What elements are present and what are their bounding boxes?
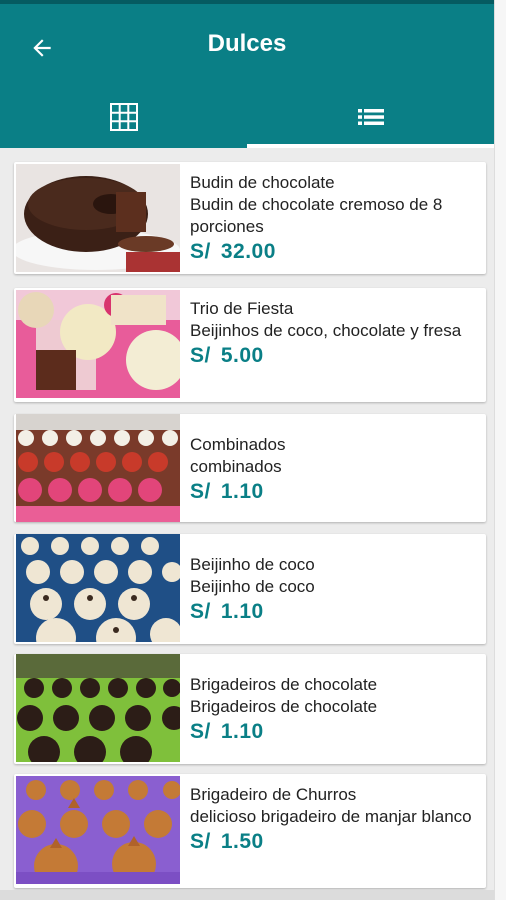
product-image bbox=[16, 776, 180, 884]
app-screen: Dulces Budin de chocolate Budin de choco… bbox=[0, 0, 494, 900]
currency-symbol: S/ bbox=[190, 720, 211, 743]
price-value: 1.10 bbox=[220, 600, 264, 623]
currency-symbol: S/ bbox=[190, 344, 211, 367]
chocolate-cake-image bbox=[16, 164, 180, 272]
product-description: Budin de chocolate cremoso de 8 porcione… bbox=[190, 195, 443, 236]
product-card[interactable]: Beijinho de coco Beijinho de coco S/1.10 bbox=[14, 534, 486, 644]
party-sweets-image bbox=[16, 290, 180, 398]
price-value: 32.00 bbox=[220, 240, 276, 263]
currency-symbol: S/ bbox=[190, 600, 211, 623]
coconut-truffles-image bbox=[16, 534, 180, 642]
tab-list-view[interactable] bbox=[247, 88, 494, 148]
product-image bbox=[16, 290, 180, 398]
grid-view-icon bbox=[109, 103, 138, 131]
product-description: combinados bbox=[190, 457, 282, 476]
product-price: S/5.00 bbox=[190, 344, 480, 368]
list-view-icon bbox=[357, 109, 384, 125]
product-info: Budin de chocolate Budin de chocolate cr… bbox=[190, 172, 480, 264]
bottom-edge bbox=[0, 890, 494, 900]
product-image bbox=[16, 654, 180, 762]
screen-edge bbox=[494, 0, 506, 900]
product-info: Trio de Fiesta Beijinhos de coco, chocol… bbox=[190, 298, 480, 368]
currency-symbol: S/ bbox=[190, 480, 211, 503]
product-name: Budin de chocolate bbox=[190, 173, 335, 192]
product-card[interactable]: Budin de chocolate Budin de chocolate cr… bbox=[14, 162, 486, 274]
product-info: Brigadeiros de chocolate Brigadeiros de … bbox=[190, 674, 480, 744]
product-description: Brigadeiros de chocolate bbox=[190, 697, 378, 716]
product-price: S/1.10 bbox=[190, 600, 480, 624]
product-name: Combinados bbox=[190, 435, 286, 454]
product-info: Brigadeiro de Churros delicioso brigadei… bbox=[190, 784, 480, 854]
price-value: 1.10 bbox=[220, 480, 264, 503]
product-image bbox=[16, 414, 180, 522]
price-value: 1.50 bbox=[220, 830, 264, 853]
product-name: Brigadeiro de Churros bbox=[190, 785, 357, 804]
product-info: Combinados combinados S/1.10 bbox=[190, 434, 480, 504]
app-bar: Dulces bbox=[0, 0, 494, 148]
product-card[interactable]: Trio de Fiesta Beijinhos de coco, chocol… bbox=[14, 288, 486, 402]
product-name: Brigadeiros de chocolate bbox=[190, 675, 378, 694]
product-image bbox=[16, 164, 180, 272]
chocolate-brigadeiros-image bbox=[16, 654, 180, 762]
product-card[interactable]: Brigadeiro de Churros delicioso brigadei… bbox=[14, 774, 486, 888]
currency-symbol: S/ bbox=[190, 240, 211, 263]
product-price: S/1.10 bbox=[190, 720, 480, 744]
product-price: S/1.10 bbox=[190, 480, 480, 504]
product-description: delicioso brigadeiro de manjar blanco bbox=[190, 807, 472, 826]
churros-brigadeiros-image bbox=[16, 776, 180, 884]
price-value: 5.00 bbox=[220, 344, 264, 367]
assorted-truffles-image bbox=[16, 414, 180, 522]
product-name: Beijinho de coco bbox=[190, 555, 315, 574]
selected-tab-indicator bbox=[247, 144, 494, 148]
product-price: S/32.00 bbox=[190, 240, 480, 264]
status-strip bbox=[0, 0, 494, 4]
product-price: S/1.50 bbox=[190, 830, 480, 854]
product-name: Trio de Fiesta bbox=[190, 299, 294, 318]
tab-grid-view[interactable] bbox=[0, 88, 247, 148]
product-image bbox=[16, 534, 180, 642]
price-value: 1.10 bbox=[220, 720, 264, 743]
product-info: Beijinho de coco Beijinho de coco S/1.10 bbox=[190, 554, 480, 624]
product-card[interactable]: Combinados combinados S/1.10 bbox=[14, 414, 486, 522]
currency-symbol: S/ bbox=[190, 830, 211, 853]
product-description: Beijinho de coco bbox=[190, 577, 315, 596]
product-card[interactable]: Brigadeiros de chocolate Brigadeiros de … bbox=[14, 654, 486, 764]
page-title: Dulces bbox=[207, 30, 287, 57]
product-description: Beijinhos de coco, chocolate y fresa bbox=[190, 321, 462, 340]
